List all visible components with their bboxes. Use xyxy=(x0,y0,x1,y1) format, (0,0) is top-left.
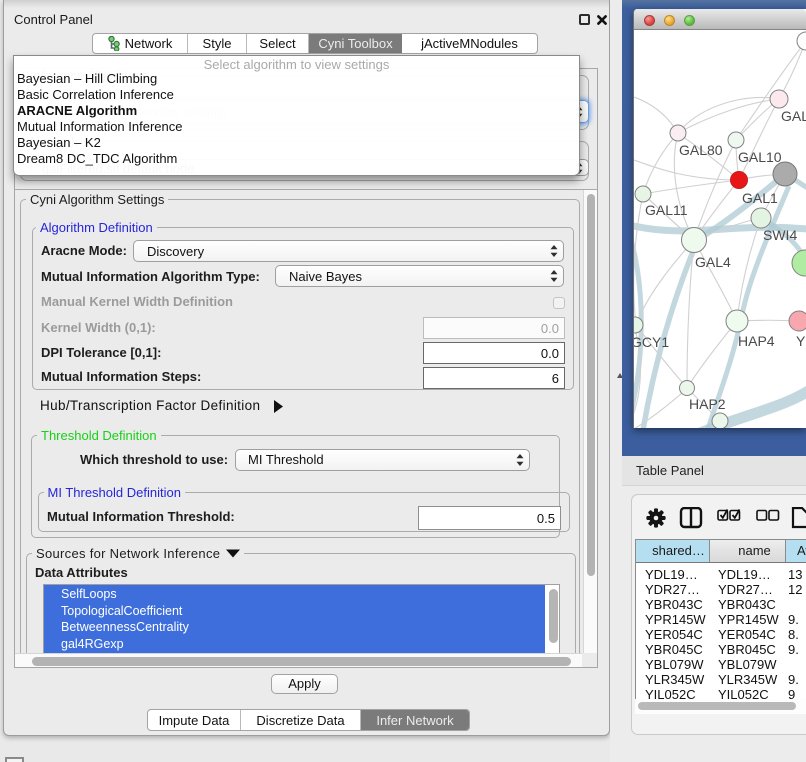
svg-text:HAP4: HAP4 xyxy=(738,333,775,349)
svg-text:GAL7: GAL7 xyxy=(781,108,806,124)
svg-text:YD: YD xyxy=(796,333,806,349)
svg-text:SWI4: SWI4 xyxy=(763,227,797,243)
svg-text:GAL10: GAL10 xyxy=(738,149,782,165)
svg-text:GCY1: GCY1 xyxy=(634,334,669,350)
svg-text:GAL1: GAL1 xyxy=(742,190,778,206)
svg-text:GAL4: GAL4 xyxy=(695,254,731,270)
svg-text:HAP2: HAP2 xyxy=(689,396,726,412)
svg-text:GAL11: GAL11 xyxy=(645,202,688,218)
svg-text:GAL80: GAL80 xyxy=(679,142,723,158)
